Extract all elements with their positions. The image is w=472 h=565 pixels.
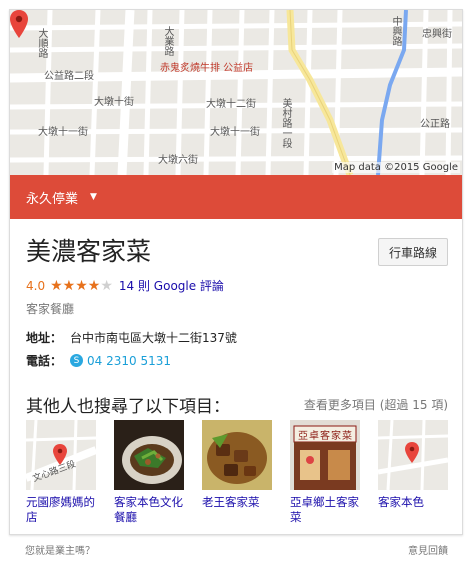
status-label: 永久停業 [26,191,79,207]
thumb-dish [122,436,182,484]
related-item[interactable]: 客家本色文化餐廳 [114,420,184,525]
related-item-label: 老王客家菜 [202,495,260,509]
map-label-dadun12: 大墩十二街 [206,99,256,110]
related-thumb-photo [114,420,184,490]
related-item-label: 亞卓鄉土客家菜 [290,495,359,524]
related-item-label: 客家本色 [378,495,424,509]
related-item[interactable]: 客家本色 [378,420,448,510]
thumb-map-roads [378,420,448,490]
related-item[interactable]: 亞卓客家菜 亞卓鄉土客家菜 [290,420,360,525]
map-label-dashun: 大順路 [36,28,47,58]
category: 客家餐廳 [26,302,75,316]
phone-link[interactable]: 04 2310 5131 [87,354,171,368]
reviews-link[interactable]: 14 則 Google 評論 [119,277,224,294]
map[interactable]: 公益路二段 赤鬼炙燒牛排 公益店 大墩十街 大墩十二街 大墩十一街 大墩十一街 … [10,10,462,175]
knowledge-panel: 公益路二段 赤鬼炙燒牛排 公益店 大墩十街 大墩十二街 大墩十一街 大墩十一街 … [9,9,463,535]
rating-row: 4.0 ★★★★★ 14 則 Google 評論 [26,277,224,294]
owner-question-link[interactable]: 您就是業主嗎？ [25,542,95,557]
related-thumb-photo [202,420,272,490]
map-attribution: Map data ©2015 Google [332,162,460,173]
map-label-dadun10: 大墩十街 [94,97,134,108]
rating-value: 4.0 [26,278,46,293]
address-value: 台中市南屯區大墩十二街137號 [70,331,237,345]
place-name: 美濃客家菜 [26,237,152,266]
status-bar[interactable]: 永久停業 ▼ [10,175,462,219]
related-thumb-map: 文心路三段 [26,420,96,490]
map-label-zhongxing: 忠興街 [422,29,452,40]
related-thumb-photo: 亞卓客家菜 [290,420,360,490]
map-label-dadun11: 大墩十一街 [38,127,88,138]
map-label-dadun6: 大墩六街 [158,155,198,166]
storefront-sign: 亞卓客家菜 [298,431,353,442]
map-pin-icon [10,10,28,38]
view-more-link[interactable]: 查看更多項目 (超過 15 項) [304,396,448,413]
related-item-label: 元園廖媽媽的店 [26,495,95,524]
related-item-label: 客家本色文化餐廳 [114,495,183,524]
map-label-zhongxingroad: 中興路 [390,16,401,46]
map-label-dayue: 大業路 [162,26,173,56]
chevron-down-icon: ▼ [90,192,97,202]
skype-icon[interactable]: S [70,354,84,367]
directions-button[interactable]: 行車路線 [377,238,448,266]
map-label-meicun: 美村路一段 [280,98,291,148]
address-row: 地址： 台中市南屯區大墩十二街137號 [26,329,237,346]
related-thumb-map [378,420,448,490]
phone-row: 電話： S 04 2310 5131 [26,352,171,369]
phone-key: 電話： [26,354,63,368]
star-icon: ★ [75,277,88,294]
feedback-link[interactable]: 意見回饋 [408,542,448,557]
related-item[interactable]: 文心路三段 元園廖媽媽的店 [26,420,96,525]
related-item[interactable]: 老王客家菜 [202,420,272,510]
address-key: 地址： [26,331,63,345]
star-icon: ★ [62,277,76,294]
star-icon: ★ [50,277,63,294]
also-search-title: 其他人也搜尋了以下項目： [26,397,230,417]
map-label-gongyi: 公益路二段 [44,71,94,82]
star-icon: ★ [100,277,113,294]
thumb-dish [202,420,272,490]
map-label-dadun11b: 大墩十一街 [210,127,260,138]
map-label-chigui: 赤鬼炙燒牛排 公益店 [160,63,254,74]
star-icon: ★ [87,277,101,294]
map-label-gongzheng: 公正路 [420,119,450,130]
rating-stars: ★★★★★ [50,279,113,293]
